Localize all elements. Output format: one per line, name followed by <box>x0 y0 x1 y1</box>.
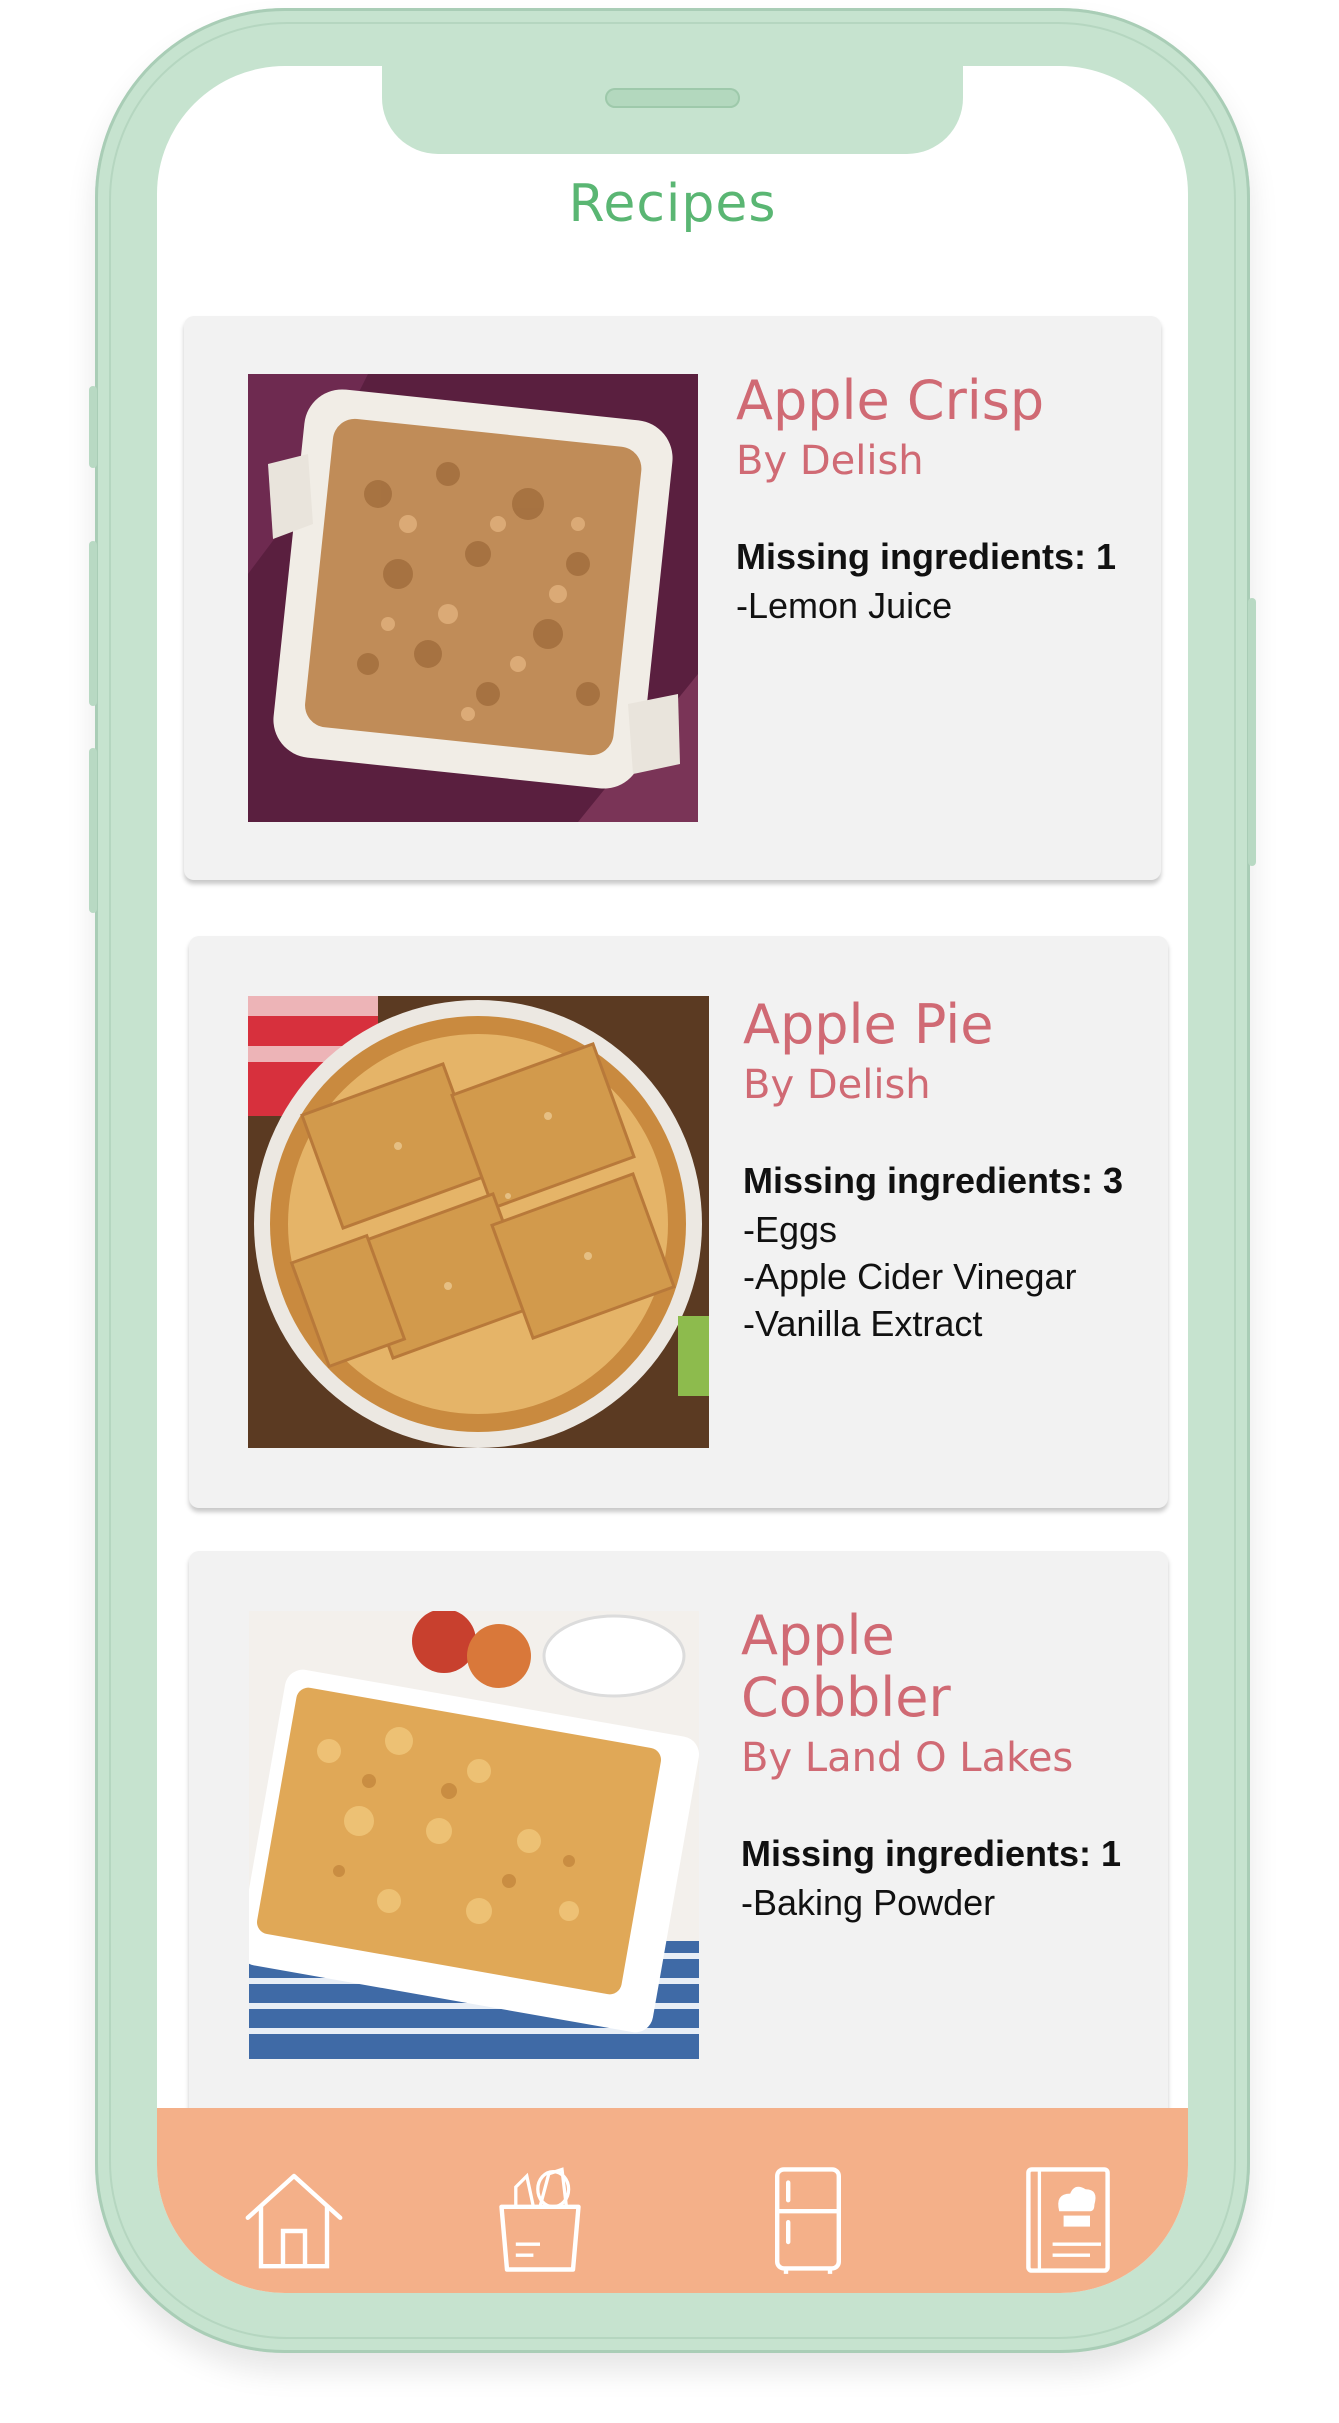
recipe-card-apple-pie[interactable]: Apple Pie By Delish Missing ingredients:… <box>189 936 1168 1508</box>
mute-switch <box>89 386 97 468</box>
apple-crisp-photo <box>248 374 698 822</box>
recipe-author: By Delish <box>743 1062 931 1108</box>
recipe-title-line-1: Apple <box>741 1604 895 1667</box>
phone-screen: Recipes Apple Crisp By Delish Missing in… <box>157 66 1188 2293</box>
recipe-author: By Land O Lakes <box>741 1735 1074 1781</box>
notch <box>382 66 963 154</box>
volume-down-button <box>89 748 97 913</box>
grocery-bag-icon <box>499 2167 581 2272</box>
recipe-author: By Delish <box>736 438 924 484</box>
missing-ingredients-list: -Baking Powder <box>741 1879 995 1926</box>
speaker-grille <box>605 88 740 108</box>
bottom-nav-bar <box>157 2108 1188 2293</box>
missing-ingredients-list: -Eggs -Apple Cider Vinegar -Vanilla Extr… <box>743 1206 1077 1347</box>
cookbook-icon <box>1026 2167 1110 2273</box>
ingredient-item: -Eggs <box>743 1209 838 1250</box>
recipe-title: Apple Crisp <box>736 369 1045 432</box>
ingredient-item: -Apple Cider Vinegar <box>743 1256 1077 1297</box>
missing-ingredients-label: Missing ingredients: 1 <box>736 536 1117 577</box>
nav-groceries-button[interactable] <box>485 2165 595 2275</box>
missing-ingredients-label: Missing ingredients: 1 <box>741 1833 1122 1874</box>
power-button <box>1248 598 1256 866</box>
ingredient-item: -Baking Powder <box>741 1882 996 1923</box>
apple-cobbler-photo <box>249 1611 699 2059</box>
page-title: Recipes <box>568 174 777 234</box>
apple-pie-photo <box>248 996 709 1448</box>
recipe-title-line-2: Cobbler <box>741 1666 951 1729</box>
missing-ingredients-list: -Lemon Juice <box>736 582 952 629</box>
nav-recipes-button[interactable] <box>1013 2165 1123 2275</box>
home-icon <box>245 2173 343 2269</box>
volume-up-button <box>89 541 97 706</box>
recipe-card-apple-cobbler[interactable]: Apple Cobbler By Land O Lakes Missing in… <box>189 1551 1168 2151</box>
ingredient-item: -Vanilla Extract <box>743 1303 983 1344</box>
fridge-icon <box>775 2167 841 2274</box>
nav-fridge-button[interactable] <box>753 2165 863 2275</box>
ingredient-item: -Lemon Juice <box>736 585 953 626</box>
phone-frame: Recipes Apple Crisp By Delish Missing in… <box>89 8 1256 2353</box>
missing-ingredients-label: Missing ingredients: 3 <box>743 1160 1124 1201</box>
recipe-card-apple-crisp[interactable]: Apple Crisp By Delish Missing ingredient… <box>184 316 1161 880</box>
recipe-title: Apple Pie <box>743 993 994 1056</box>
nav-home-button[interactable] <box>239 2165 349 2275</box>
